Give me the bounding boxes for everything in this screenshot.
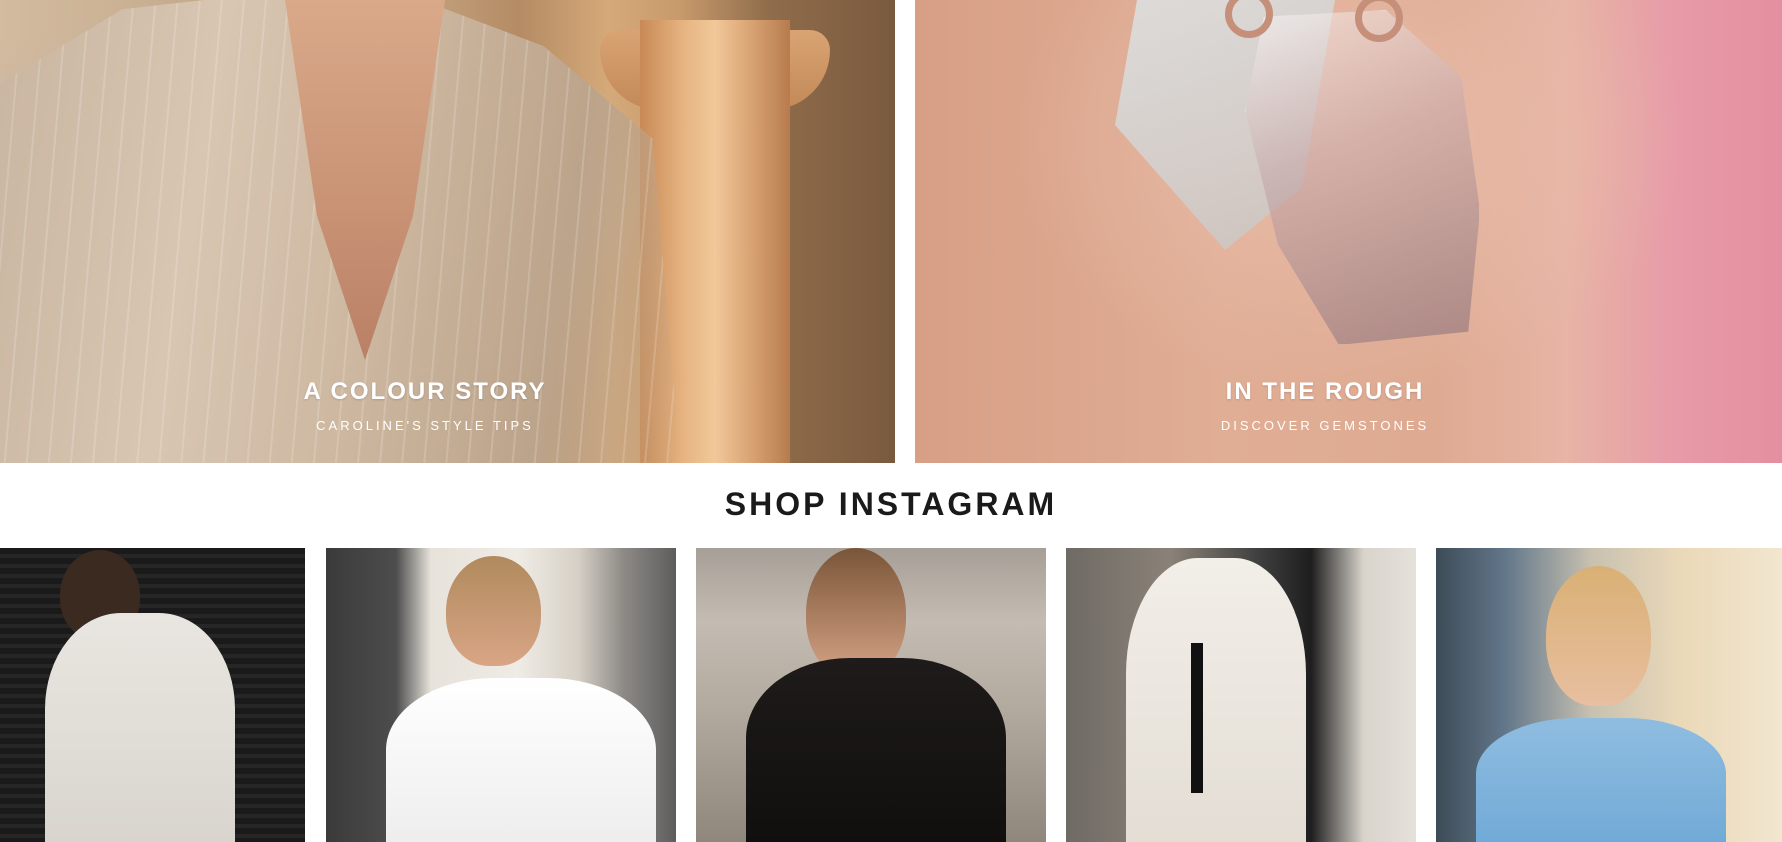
instagram-post-belt <box>1191 643 1203 793</box>
hero-caption: A COLOUR STORY CAROLINE'S STYLE TIPS <box>0 378 850 433</box>
instagram-post-image <box>1546 566 1651 706</box>
hero-subtitle[interactable]: CAROLINE'S STYLE TIPS <box>0 418 850 433</box>
instagram-post-figure <box>386 678 656 842</box>
instagram-post[interactable] <box>326 548 676 842</box>
instagram-post[interactable] <box>1436 548 1782 842</box>
shop-instagram-heading: SHOP INSTAGRAM <box>724 486 1058 522</box>
page: A COLOUR STORY CAROLINE'S STYLE TIPS IN … <box>0 0 1782 842</box>
instagram-post[interactable] <box>0 548 305 842</box>
instagram-post[interactable] <box>696 548 1046 842</box>
instagram-post[interactable] <box>1066 548 1416 842</box>
instagram-post-figure <box>45 613 235 842</box>
hero-image-gemstone-earring <box>1245 10 1480 345</box>
hero-title[interactable]: A COLOUR STORY <box>0 378 850 406</box>
hero-subtitle[interactable]: DISCOVER GEMSTONES <box>915 418 1735 433</box>
instagram-post-figure <box>746 658 1006 842</box>
hero-tile-colour-story[interactable]: A COLOUR STORY CAROLINE'S STYLE TIPS <box>0 0 895 463</box>
instagram-post-figure <box>1476 718 1726 842</box>
hero-tile-in-the-rough[interactable]: IN THE ROUGH DISCOVER GEMSTONES <box>915 0 1782 463</box>
hero-title[interactable]: IN THE ROUGH <box>915 378 1735 406</box>
instagram-post-figure <box>1126 558 1306 842</box>
instagram-post-image <box>446 556 541 666</box>
hero-caption: IN THE ROUGH DISCOVER GEMSTONES <box>915 378 1735 433</box>
